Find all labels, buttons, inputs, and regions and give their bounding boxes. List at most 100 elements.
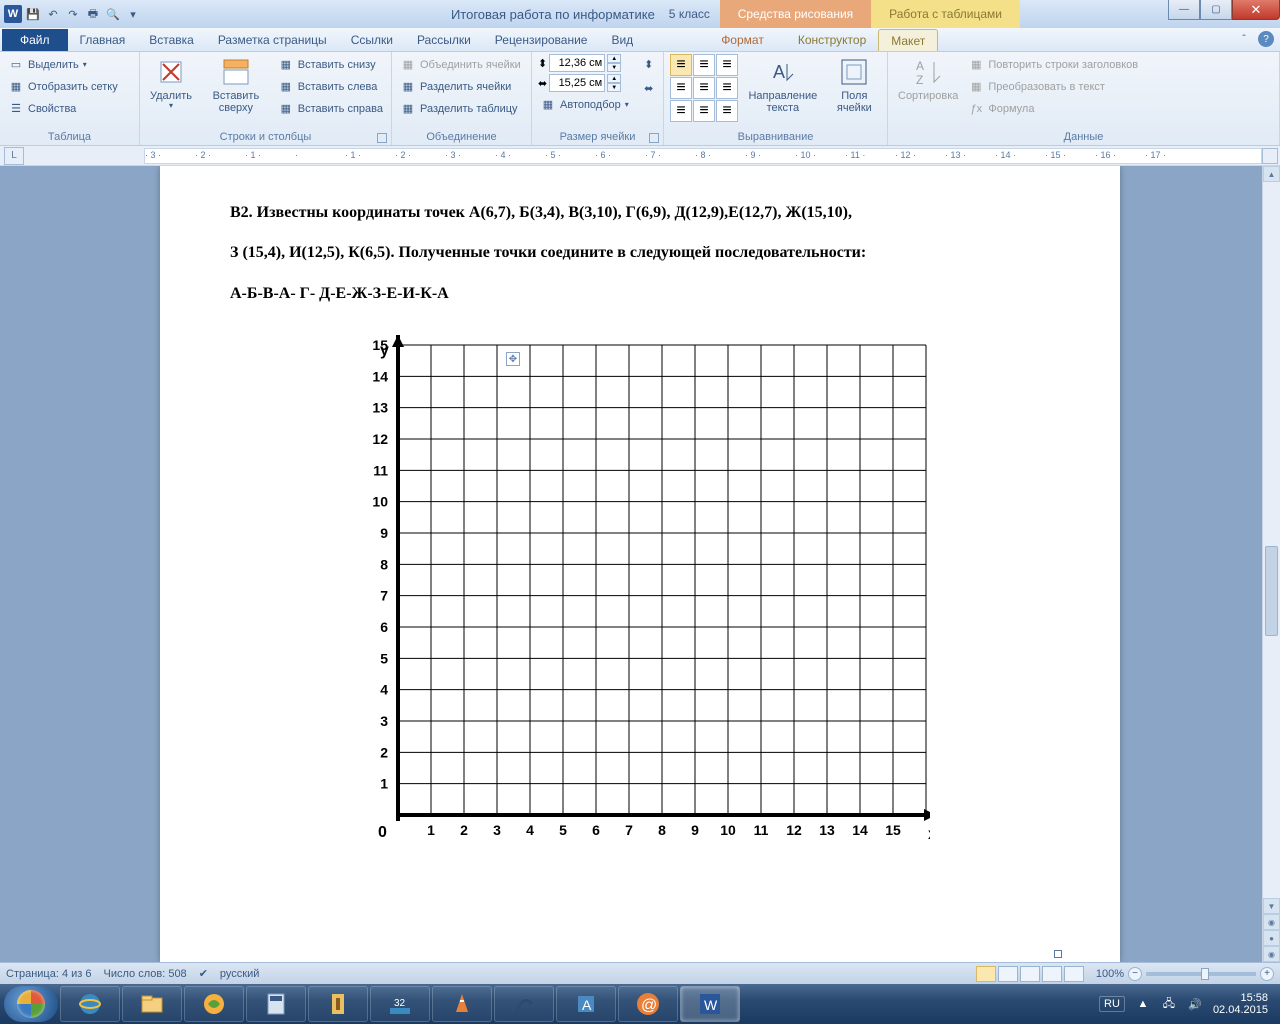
align-bot-left[interactable]: ≡ — [670, 100, 692, 122]
cell-margins-button[interactable]: Поля ячейки — [828, 54, 881, 116]
properties-button[interactable]: ☰Свойства — [6, 98, 120, 120]
svg-text:10: 10 — [372, 494, 388, 510]
horizontal-ruler[interactable]: · 3 ·· 2 ·· 1 ··· 1 ·· 2 ·· 3 ·· 4 ·· 5 … — [144, 148, 1262, 164]
scroll-down-icon[interactable]: ▼ — [1263, 898, 1280, 914]
scroll-up-icon[interactable]: ▲ — [1263, 166, 1280, 182]
task-app[interactable] — [308, 986, 368, 1022]
save-icon[interactable]: 💾 — [24, 5, 42, 23]
qat-btn[interactable]: 🔍 — [104, 5, 122, 23]
align-top-center[interactable]: ≡ — [693, 54, 715, 76]
insert-below-button[interactable]: ▦Вставить снизу — [276, 54, 385, 76]
zoom-slider[interactable] — [1146, 972, 1256, 976]
svg-text:A: A — [916, 59, 924, 73]
tab-file[interactable]: Файл — [2, 29, 68, 51]
window-controls: — ▢ ✕ — [1168, 0, 1280, 20]
task-word[interactable]: W — [680, 986, 740, 1022]
insert-left-button[interactable]: ▦Вставить слева — [276, 76, 385, 98]
tab-view[interactable]: Вид — [599, 29, 645, 51]
web-view[interactable] — [1020, 966, 1040, 982]
align-bot-center[interactable]: ≡ — [693, 100, 715, 122]
qat-btn[interactable]: 🖶 — [84, 5, 102, 23]
delete-button[interactable]: Удалить▾ — [146, 54, 196, 113]
help-icon[interactable]: ? — [1258, 31, 1274, 47]
word-count[interactable]: Число слов: 508 — [104, 968, 187, 980]
browse-object-icon[interactable]: ● — [1263, 930, 1280, 946]
task-vlc[interactable] — [432, 986, 492, 1022]
col-width-spinner[interactable]: ⬌▲▼ — [538, 74, 631, 92]
split-table-button[interactable]: ▦Разделить таблицу — [398, 98, 523, 120]
undo-icon[interactable]: ↶ — [44, 5, 62, 23]
align-mid-center[interactable]: ≡ — [693, 77, 715, 99]
prev-page-icon[interactable]: ◉ — [1263, 914, 1280, 930]
task-app[interactable]: 32 — [370, 986, 430, 1022]
tab-table-layout[interactable]: Макет — [878, 29, 938, 51]
dialog-launcher-icon[interactable] — [377, 133, 387, 143]
clock[interactable]: 15:5802.04.2015 — [1213, 992, 1268, 1016]
task-app[interactable]: A — [556, 986, 616, 1022]
fullscreen-view[interactable] — [998, 966, 1018, 982]
split-cells-button[interactable]: ▦Разделить ячейки — [398, 76, 523, 98]
zoom-in-button[interactable]: + — [1260, 967, 1274, 981]
tab-home[interactable]: Главная — [68, 29, 138, 51]
view-gridlines-button[interactable]: ▦Отобразить сетку — [6, 76, 120, 98]
align-top-right[interactable]: ≡ — [716, 54, 738, 76]
draft-view[interactable] — [1064, 966, 1084, 982]
zoom-out-button[interactable]: − — [1128, 967, 1142, 981]
start-button[interactable] — [4, 986, 58, 1022]
tab-review[interactable]: Рецензирование — [483, 29, 600, 51]
distribute-cols-button[interactable]: ⬌ — [639, 78, 659, 100]
align-mid-right[interactable]: ≡ — [716, 77, 738, 99]
minimize-button[interactable]: — — [1168, 0, 1200, 20]
word-icon: W — [4, 5, 22, 23]
task-app[interactable] — [184, 986, 244, 1022]
tray-flag-icon[interactable]: ▲ — [1135, 996, 1151, 1012]
page[interactable]: В2. Известны координаты точек А(6,7), Б(… — [160, 166, 1120, 962]
language-indicator[interactable]: RU — [1099, 996, 1125, 1012]
tab-mailings[interactable]: Рассылки — [405, 29, 483, 51]
redo-icon[interactable]: ↷ — [64, 5, 82, 23]
table-resize-handle-icon[interactable] — [1054, 950, 1062, 958]
qat-more-icon[interactable]: ▾ — [124, 5, 142, 23]
align-top-left[interactable]: ≡ — [670, 54, 692, 76]
scroll-thumb[interactable] — [1265, 546, 1278, 636]
dialog-launcher-icon[interactable] — [649, 133, 659, 143]
spellcheck-icon[interactable]: ✔ — [199, 967, 208, 980]
tab-selector[interactable]: L — [4, 147, 24, 165]
contextual-tab-headers: Средства рисования Работа с таблицами — [720, 0, 1020, 28]
network-icon[interactable]: 🖧 — [1161, 996, 1177, 1012]
volume-icon[interactable]: 🔊 — [1187, 996, 1203, 1012]
insert-right-button[interactable]: ▦Вставить справа — [276, 98, 385, 120]
tab-format[interactable]: Формат — [709, 29, 776, 51]
vertical-scrollbar[interactable]: ▲ ▼ ◉ ● ◉ — [1262, 166, 1280, 962]
row-height-spinner[interactable]: ⬍▲▼ — [538, 54, 631, 72]
outline-view[interactable] — [1042, 966, 1062, 982]
select-button[interactable]: ▭Выделить▾ — [6, 54, 120, 76]
autofit-button[interactable]: ▦Автоподбор▾ — [538, 94, 631, 116]
maximize-button[interactable]: ▢ — [1200, 0, 1232, 20]
alignment-grid[interactable]: ≡≡≡ ≡≡≡ ≡≡≡ — [670, 54, 738, 122]
task-explorer[interactable] — [122, 986, 182, 1022]
zoom-level[interactable]: 100% — [1096, 968, 1124, 980]
task-ie[interactable] — [60, 986, 120, 1022]
coordinate-grid[interactable]: yx01234567891011121314151234567891011121… — [350, 325, 930, 855]
align-mid-left[interactable]: ≡ — [670, 77, 692, 99]
svg-text:11: 11 — [754, 822, 769, 838]
close-button[interactable]: ✕ — [1232, 0, 1280, 20]
page-status[interactable]: Страница: 4 из 6 — [6, 968, 92, 980]
print-layout-view[interactable] — [976, 966, 996, 982]
distribute-rows-button[interactable]: ⬍ — [639, 54, 659, 76]
language-status[interactable]: русский — [220, 968, 259, 980]
tab-design[interactable]: Конструктор — [786, 29, 878, 51]
align-bot-right[interactable]: ≡ — [716, 100, 738, 122]
insert-above-button[interactable]: Вставить сверху — [200, 54, 272, 116]
next-page-icon[interactable]: ◉ — [1263, 946, 1280, 962]
minimize-ribbon-icon[interactable]: ˆ — [1236, 31, 1252, 47]
tab-references[interactable]: Ссылки — [339, 29, 405, 51]
text-direction-button[interactable]: AНаправление текста — [742, 54, 824, 116]
tab-page-layout[interactable]: Разметка страницы — [206, 29, 339, 51]
task-calc[interactable] — [246, 986, 306, 1022]
ruler-toggle-icon[interactable] — [1262, 148, 1278, 164]
task-app[interactable] — [494, 986, 554, 1022]
tab-insert[interactable]: Вставка — [137, 29, 206, 51]
task-mail[interactable]: @ — [618, 986, 678, 1022]
